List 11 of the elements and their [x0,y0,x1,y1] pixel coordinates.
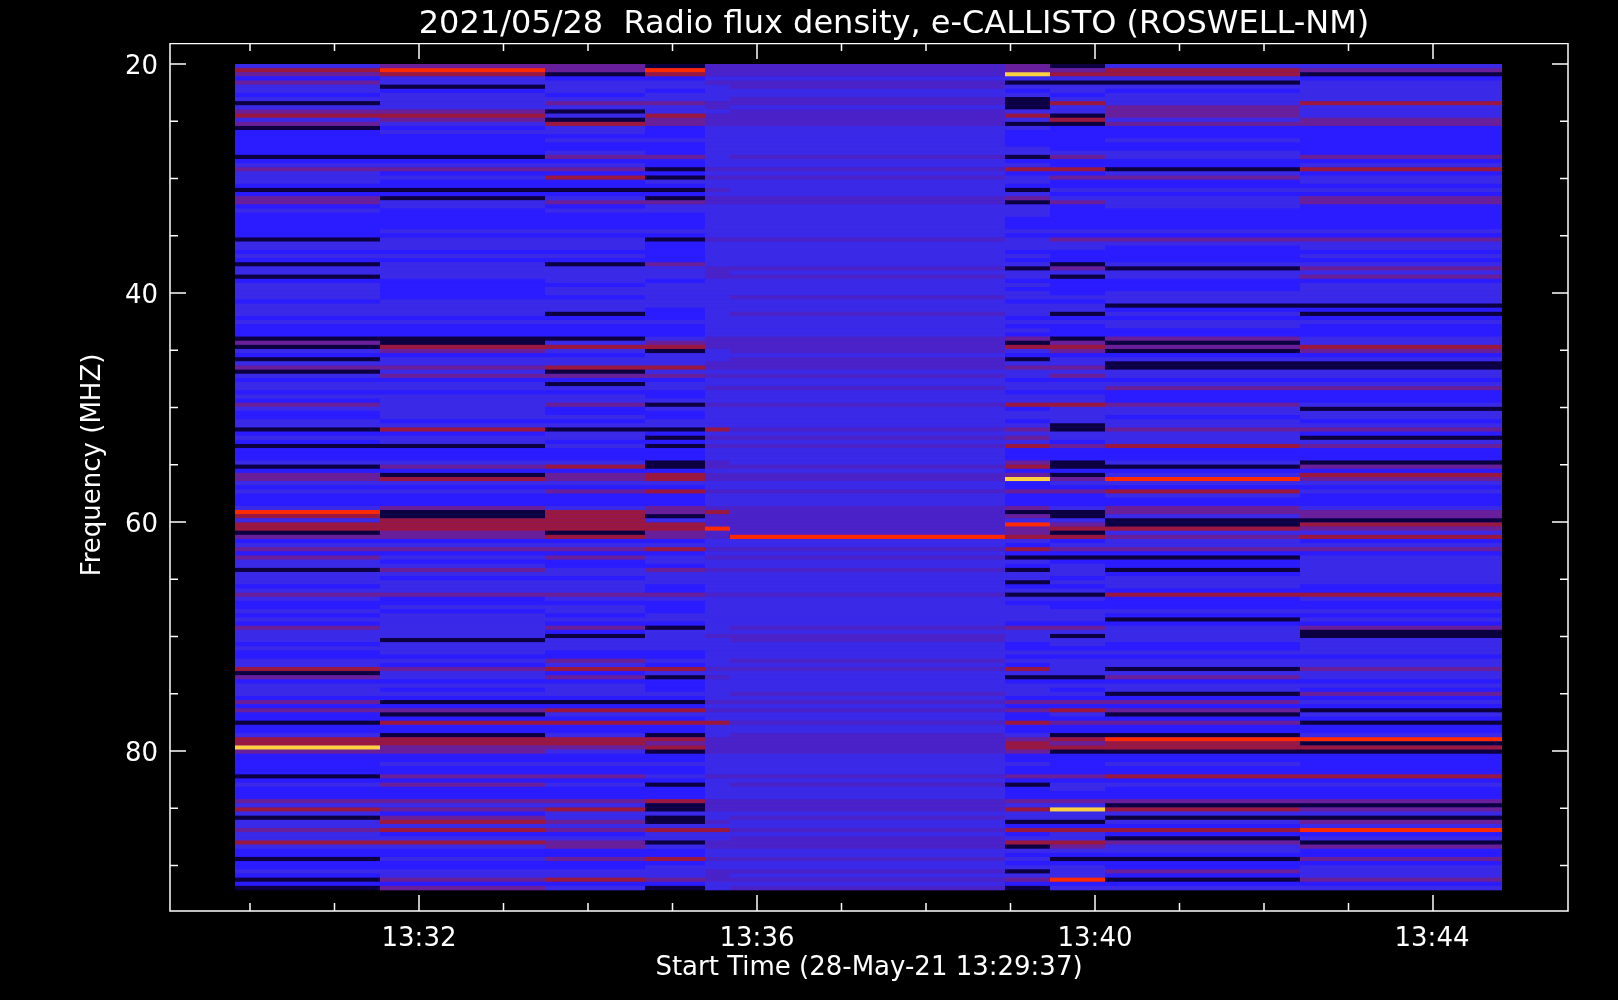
x-tick-label: 13:44 [1394,922,1470,952]
y-tick-label: 20 [124,50,158,80]
x-axis-label: Start Time (28-May-21 13:29:37) [655,951,1083,981]
x-tick-label: 13:36 [719,922,795,952]
y-tick-label: 40 [124,279,158,309]
y-axis-label: Frequency (MHZ) [76,353,106,577]
y-tick-label: 80 [124,737,158,767]
x-tick-label: 13:32 [381,922,457,952]
y-tick-label: 60 [124,508,158,538]
x-tick-label: 13:40 [1057,922,1133,952]
chart-title: 2021/05/28 Radio flux density, e-CALLISTO (ROSWELL-NM) [418,5,1370,38]
